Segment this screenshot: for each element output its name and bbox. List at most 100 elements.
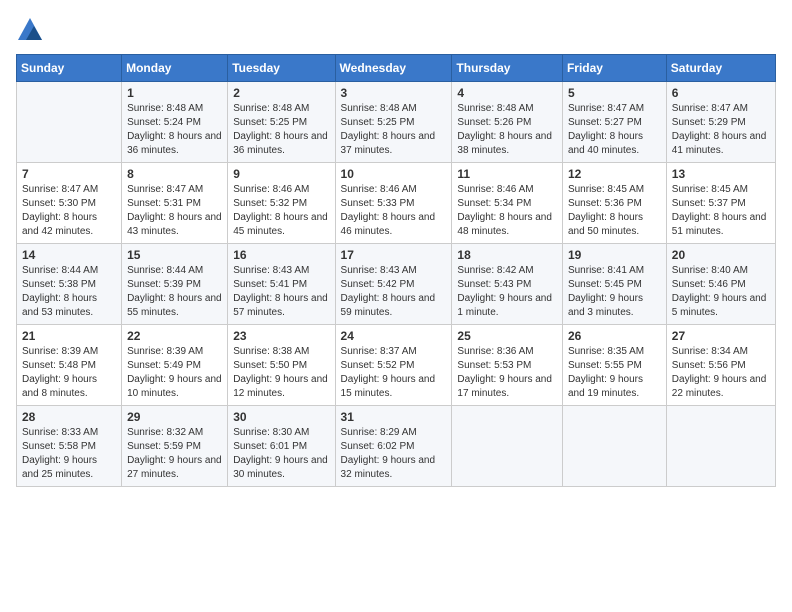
day-number: 23 xyxy=(233,329,329,343)
day-cell xyxy=(17,82,122,163)
day-cell: 27 Sunrise: 8:34 AMSunset: 5:56 PMDayligh… xyxy=(666,325,775,406)
day-cell: 5Sunrise: 8:47 AMSunset: 5:27 PMDaylight… xyxy=(562,82,666,163)
day-info: Sunrise: 8:46 AMSunset: 5:32 PMDaylight:… xyxy=(233,183,329,239)
day-info: Sunrise: 8:41 AMSunset: 5:45 PMDaylight:… xyxy=(568,264,661,320)
day-number: 22 xyxy=(127,329,222,343)
day-cell: 14 Sunrise: 8:44 AMSunset: 5:38 PMDayligh… xyxy=(17,244,122,325)
day-number: 17 xyxy=(341,248,447,262)
day-cell: 4 Sunrise: 8:48 AMSunset: 5:26 PMDaylight… xyxy=(452,82,563,163)
day-number: 26 xyxy=(568,329,661,343)
day-number: 21 xyxy=(22,329,116,343)
day-number: 19 xyxy=(568,248,661,262)
day-number: 27 xyxy=(672,329,770,343)
col-header-friday: Friday xyxy=(562,55,666,82)
day-cell: 17 Sunrise: 8:43 AMSunset: 5:42 PMDayligh… xyxy=(335,244,452,325)
day-info: Sunrise: 8:48 AMSunset: 5:25 PMDaylight:… xyxy=(341,102,447,158)
day-number: 4 xyxy=(457,86,557,100)
day-cell: 6 Sunrise: 8:47 AMSunset: 5:29 PMDaylight… xyxy=(666,82,775,163)
day-info: Sunrise: 8:44 AMSunset: 5:38 PMDaylight:… xyxy=(22,264,116,320)
day-cell: 7Sunrise: 8:47 AMSunset: 5:30 PMDaylight… xyxy=(17,163,122,244)
day-info: Sunrise: 8:43 AMSunset: 5:42 PMDaylight:… xyxy=(341,264,447,320)
day-number: 15 xyxy=(127,248,222,262)
page-container: SundayMondayTuesdayWednesdayThursdayFrid… xyxy=(0,0,792,495)
day-cell: 31 Sunrise: 8:29 AMSunset: 6:02 PMDayligh… xyxy=(335,406,452,487)
day-info: Sunrise: 8:46 AMSunset: 5:33 PMDaylight:… xyxy=(341,183,447,239)
day-cell xyxy=(666,406,775,487)
day-info: Sunrise: 8:38 AMSunset: 5:50 PMDaylight:… xyxy=(233,345,329,401)
day-info: Sunrise: 8:35 AMSunset: 5:55 PMDaylight:… xyxy=(568,345,661,401)
day-info: Sunrise: 8:48 AMSunset: 5:26 PMDaylight:… xyxy=(457,102,557,158)
day-info: Sunrise: 8:37 AMSunset: 5:52 PMDaylight:… xyxy=(341,345,447,401)
day-number: 25 xyxy=(457,329,557,343)
day-cell: 21 Sunrise: 8:39 AMSunset: 5:48 PMDayligh… xyxy=(17,325,122,406)
day-number: 10 xyxy=(341,167,447,181)
day-info: Sunrise: 8:33 AMSunset: 5:58 PMDaylight:… xyxy=(22,426,116,482)
day-cell: 9 Sunrise: 8:46 AMSunset: 5:32 PMDaylight… xyxy=(228,163,335,244)
day-number: 2 xyxy=(233,86,329,100)
day-cell: 18 Sunrise: 8:42 AMSunset: 5:43 PMDayligh… xyxy=(452,244,563,325)
day-info: Sunrise: 8:47 AMSunset: 5:27 PMDaylight:… xyxy=(568,102,661,158)
day-number: 18 xyxy=(457,248,557,262)
day-number: 6 xyxy=(672,86,770,100)
day-cell: 3Sunrise: 8:48 AMSunset: 5:25 PMDaylight… xyxy=(335,82,452,163)
day-number: 31 xyxy=(341,410,447,424)
day-cell xyxy=(452,406,563,487)
day-number: 29 xyxy=(127,410,222,424)
day-number: 13 xyxy=(672,167,770,181)
day-cell: 19 Sunrise: 8:41 AMSunset: 5:45 PMDayligh… xyxy=(562,244,666,325)
calendar-body: 1 Sunrise: 8:48 AMSunset: 5:24 PMDaylight… xyxy=(17,82,776,487)
day-number: 28 xyxy=(22,410,116,424)
day-info: Sunrise: 8:45 AMSunset: 5:36 PMDaylight:… xyxy=(568,183,661,239)
week-row-5: 28 Sunrise: 8:33 AMSunset: 5:58 PMDayligh… xyxy=(17,406,776,487)
day-cell: 16Sunrise: 8:43 AMSunset: 5:41 PMDayligh… xyxy=(228,244,335,325)
day-number: 14 xyxy=(22,248,116,262)
day-number: 1 xyxy=(127,86,222,100)
day-cell: 29 Sunrise: 8:32 AMSunset: 5:59 PMDayligh… xyxy=(122,406,228,487)
logo xyxy=(16,16,48,44)
day-number: 20 xyxy=(672,248,770,262)
day-cell xyxy=(562,406,666,487)
day-info: Sunrise: 8:42 AMSunset: 5:43 PMDaylight:… xyxy=(457,264,557,320)
calendar-header: SundayMondayTuesdayWednesdayThursdayFrid… xyxy=(17,55,776,82)
day-cell: 11 Sunrise: 8:46 AMSunset: 5:34 PMDayligh… xyxy=(452,163,563,244)
calendar-table: SundayMondayTuesdayWednesdayThursdayFrid… xyxy=(16,54,776,487)
day-cell: 24 Sunrise: 8:37 AMSunset: 5:52 PMDayligh… xyxy=(335,325,452,406)
day-info: Sunrise: 8:47 AMSunset: 5:31 PMDaylight:… xyxy=(127,183,222,239)
logo-icon xyxy=(16,16,44,44)
day-cell: 26 Sunrise: 8:35 AMSunset: 5:55 PMDayligh… xyxy=(562,325,666,406)
day-info: Sunrise: 8:46 AMSunset: 5:34 PMDaylight:… xyxy=(457,183,557,239)
col-header-tuesday: Tuesday xyxy=(228,55,335,82)
col-header-monday: Monday xyxy=(122,55,228,82)
day-cell: 20Sunrise: 8:40 AMSunset: 5:46 PMDayligh… xyxy=(666,244,775,325)
day-info: Sunrise: 8:30 AMSunset: 6:01 PMDaylight:… xyxy=(233,426,329,482)
day-info: Sunrise: 8:44 AMSunset: 5:39 PMDaylight:… xyxy=(127,264,222,320)
day-number: 16 xyxy=(233,248,329,262)
day-info: Sunrise: 8:32 AMSunset: 5:59 PMDaylight:… xyxy=(127,426,222,482)
day-cell: 12Sunrise: 8:45 AMSunset: 5:36 PMDayligh… xyxy=(562,163,666,244)
day-cell: 22 Sunrise: 8:39 AMSunset: 5:49 PMDayligh… xyxy=(122,325,228,406)
week-row-3: 14 Sunrise: 8:44 AMSunset: 5:38 PMDayligh… xyxy=(17,244,776,325)
day-info: Sunrise: 8:36 AMSunset: 5:53 PMDaylight:… xyxy=(457,345,557,401)
day-info: Sunrise: 8:47 AMSunset: 5:30 PMDaylight:… xyxy=(22,183,116,239)
day-info: Sunrise: 8:39 AMSunset: 5:49 PMDaylight:… xyxy=(127,345,222,401)
day-info: Sunrise: 8:29 AMSunset: 6:02 PMDaylight:… xyxy=(341,426,447,482)
week-row-4: 21 Sunrise: 8:39 AMSunset: 5:48 PMDayligh… xyxy=(17,325,776,406)
day-number: 11 xyxy=(457,167,557,181)
week-row-2: 7Sunrise: 8:47 AMSunset: 5:30 PMDaylight… xyxy=(17,163,776,244)
day-info: Sunrise: 8:45 AMSunset: 5:37 PMDaylight:… xyxy=(672,183,770,239)
day-info: Sunrise: 8:39 AMSunset: 5:48 PMDaylight:… xyxy=(22,345,116,401)
day-info: Sunrise: 8:34 AMSunset: 5:56 PMDaylight:… xyxy=(672,345,770,401)
day-cell: 2Sunrise: 8:48 AMSunset: 5:25 PMDaylight… xyxy=(228,82,335,163)
col-header-saturday: Saturday xyxy=(666,55,775,82)
day-number: 9 xyxy=(233,167,329,181)
header xyxy=(16,16,776,44)
day-cell: 23 Sunrise: 8:38 AMSunset: 5:50 PMDayligh… xyxy=(228,325,335,406)
week-row-1: 1 Sunrise: 8:48 AMSunset: 5:24 PMDaylight… xyxy=(17,82,776,163)
day-info: Sunrise: 8:48 AMSunset: 5:24 PMDaylight:… xyxy=(127,102,222,158)
day-number: 24 xyxy=(341,329,447,343)
col-header-wednesday: Wednesday xyxy=(335,55,452,82)
day-cell: 8Sunrise: 8:47 AMSunset: 5:31 PMDaylight… xyxy=(122,163,228,244)
day-cell: 28 Sunrise: 8:33 AMSunset: 5:58 PMDayligh… xyxy=(17,406,122,487)
day-cell: 25 Sunrise: 8:36 AMSunset: 5:53 PMDayligh… xyxy=(452,325,563,406)
day-info: Sunrise: 8:47 AMSunset: 5:29 PMDaylight:… xyxy=(672,102,770,158)
